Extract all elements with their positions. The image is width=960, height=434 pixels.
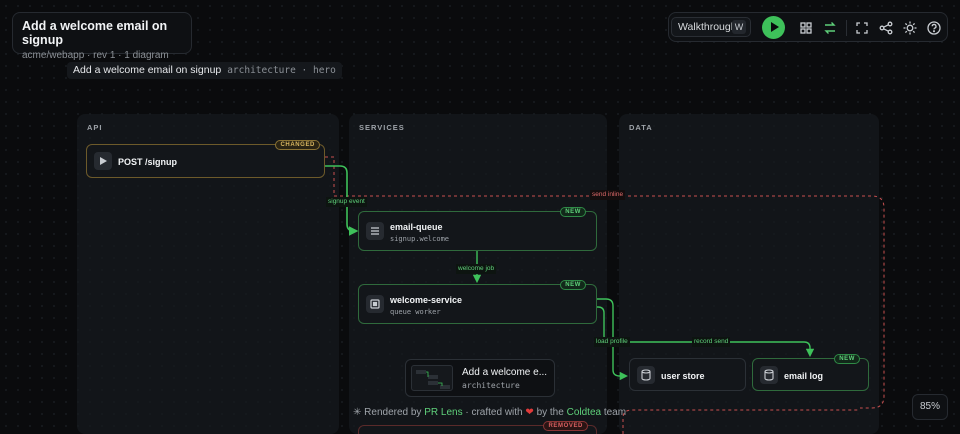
diagram-preview-card[interactable]: Add a welcome e... architecture <box>405 359 555 397</box>
node-email-log[interactable]: email log NEW <box>752 354 869 391</box>
changed-badge: CHANGED <box>275 140 320 150</box>
preview-subtitle: architecture <box>462 381 520 390</box>
node-email-queue[interactable]: email-queue signup.welcome NEW <box>358 207 597 251</box>
node-title: POST /signup <box>118 157 178 167</box>
new-badge: NEW <box>560 207 586 217</box>
footer-credit: ✳ Rendered by PR Lens · crafted with ❤ b… <box>353 407 626 418</box>
diagram-thumbnail <box>411 365 453 391</box>
node-removed[interactable]: REMOVED <box>358 421 597 434</box>
node-post-signup[interactable]: POST /signup CHANGED <box>86 140 325 178</box>
coldtea-link[interactable]: Coldtea <box>567 407 601 418</box>
node-title: welcome-service <box>390 295 463 305</box>
node-title: email-queue <box>390 222 443 232</box>
new-badge: NEW <box>560 280 586 290</box>
preview-title: Add a welcome e... <box>462 367 548 378</box>
edge-label-signup-event: signup event <box>326 197 367 207</box>
node-subtitle: queue worker <box>390 308 441 316</box>
sparkle-icon: ✳ <box>353 407 362 418</box>
footer-by: by the <box>536 407 564 418</box>
database-icon <box>760 365 778 384</box>
footer-suffix: team <box>603 407 627 418</box>
queue-icon <box>366 222 384 240</box>
edge-label-welcome-job: welcome job <box>456 264 497 274</box>
zoom-level[interactable]: 85% <box>912 394 948 420</box>
edge-label-send-inline: send inline <box>590 190 626 200</box>
removed-badge: REMOVED <box>543 421 588 431</box>
footer-middle: · crafted with <box>465 407 523 418</box>
node-welcome-service[interactable]: welcome-service queue worker NEW <box>358 280 597 324</box>
node-title: email log <box>784 371 824 381</box>
pr-lens-link[interactable]: PR Lens <box>424 407 462 418</box>
node-user-store[interactable]: user store <box>629 358 746 391</box>
node-title: user store <box>661 371 705 381</box>
edge-removed-branch <box>622 409 860 434</box>
edge-label-load-profile: load profile <box>594 337 630 347</box>
service-icon <box>366 295 384 313</box>
node-subtitle: signup.welcome <box>390 235 450 243</box>
new-badge: NEW <box>834 354 860 364</box>
footer-prefix: Rendered by <box>364 407 422 418</box>
edge-label-record-send: record send <box>692 337 731 347</box>
edge-record-send <box>596 306 815 358</box>
database-icon <box>637 365 655 384</box>
route-icon <box>94 152 112 170</box>
heart-icon: ❤ <box>525 407 534 418</box>
